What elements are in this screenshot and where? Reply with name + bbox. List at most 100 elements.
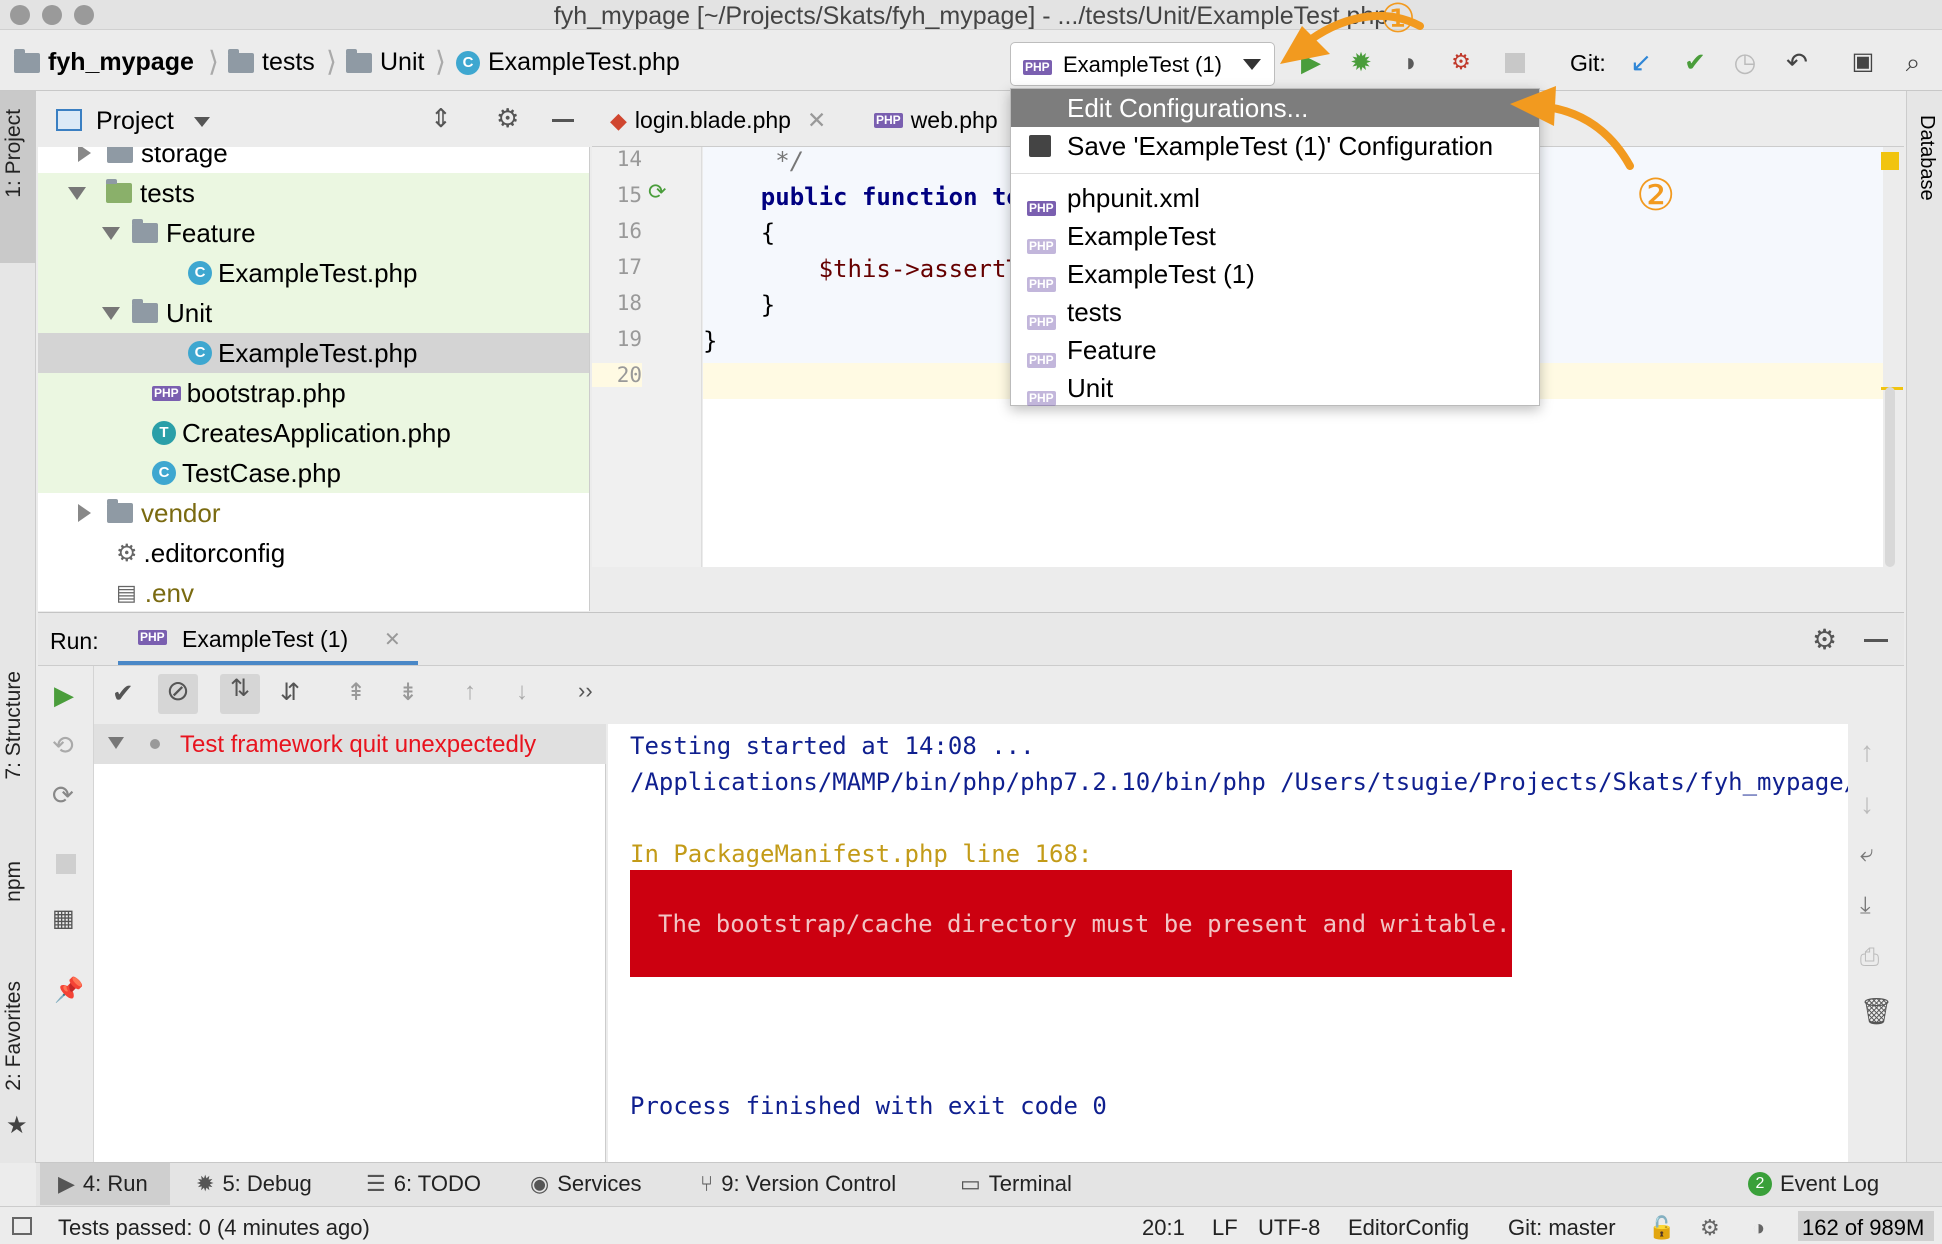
run-configuration-selector[interactable]: PHP ExampleTest (1) (1010, 42, 1275, 86)
menu-item-config[interactable]: PHP Feature (1011, 331, 1539, 369)
lock-icon[interactable]: 🔓 (1648, 1215, 1675, 1241)
close-tab-icon[interactable]: ✕ (384, 627, 401, 652)
menu-item-config[interactable]: PHP phpunit.xml (1011, 179, 1539, 217)
more-icon[interactable]: ›› (578, 678, 593, 704)
collapse-all-icon[interactable]: ⇕ (430, 103, 452, 134)
menu-item-config[interactable]: PHP ExampleTest (1) (1011, 255, 1539, 293)
tree-item-bootstrap[interactable]: PHP bootstrap.php (38, 373, 589, 413)
tree-item-tests[interactable]: tests (38, 173, 589, 213)
sort-duration-icon[interactable]: ⇵ (280, 678, 300, 707)
arrow-down-icon[interactable]: ↓ (516, 678, 528, 706)
menu-item-config[interactable]: PHP ExampleTest (1011, 217, 1539, 255)
settings-icon[interactable]: ⚙ (1700, 1215, 1720, 1241)
vertical-scrollbar[interactable] (1885, 387, 1895, 567)
tree-item-env[interactable]: ▤ .env (38, 573, 589, 611)
layout-icon[interactable]: ▦ (52, 904, 75, 933)
tool-tab-npm[interactable]: npm (2, 861, 26, 902)
run-test-gutter-icon[interactable]: ⟳ (648, 179, 666, 205)
collapse-arrow-icon[interactable] (108, 737, 124, 749)
caret-position[interactable]: 20:1 (1142, 1215, 1185, 1241)
folder-icon (132, 299, 158, 323)
tree-item-vendor[interactable]: vendor (38, 493, 589, 533)
tool-tab-favorites[interactable]: 2: Favorites (2, 981, 26, 1091)
line-separator[interactable]: LF (1212, 1215, 1238, 1241)
hide-panel-icon[interactable] (1864, 639, 1888, 642)
expand-arrow-icon[interactable] (78, 504, 91, 522)
tool-tab-version-control[interactable]: ⑂ 9: Version Control (700, 1171, 896, 1197)
tool-tab-services[interactable]: ◉ Services (530, 1171, 642, 1197)
tree-item-feature[interactable]: Feature (38, 213, 589, 253)
show-passed-icon[interactable]: ✔ (112, 678, 134, 709)
revert-icon[interactable]: ↶ (1782, 47, 1812, 77)
tree-item-feature-exampletest[interactable]: C ExampleTest.php (38, 253, 589, 293)
scroll-to-end-icon[interactable]: ⤓ (1860, 892, 1871, 920)
tool-tab-event-log[interactable]: 2 Event Log (1748, 1171, 1879, 1197)
error-message: The bootstrap/cache directory must be pr… (658, 910, 1511, 938)
print-icon[interactable]: ⎙ (1860, 944, 1879, 972)
sort-alpha-icon[interactable]: ⇅ (220, 674, 260, 714)
menu-item-save-configuration[interactable]: Save 'ExampleTest (1)' Configuration (1011, 127, 1539, 165)
git-commit-icon[interactable]: ✔ (1680, 47, 1710, 77)
show-ignored-icon[interactable]: ⊘ (158, 674, 198, 714)
arrow-up-icon[interactable]: ↑ (1860, 736, 1874, 768)
memory-indicator[interactable]: 162 of 989M (1798, 1211, 1934, 1241)
editorconfig-status[interactable]: EditorConfig (1348, 1215, 1469, 1241)
soft-wrap-icon[interactable]: ⤶ (1860, 840, 1873, 868)
gear-icon[interactable]: ⚙ (1812, 623, 1837, 656)
rerun-failed-icon[interactable]: ⟲ (52, 730, 74, 761)
run-tab[interactable]: PHP ExampleTest (1) ✕ (118, 613, 418, 665)
tab-login-blade[interactable]: ◆ login.blade.php ✕ (610, 107, 826, 134)
tool-tab-structure[interactable]: 7: Structure (2, 671, 26, 780)
hide-panel-icon[interactable] (552, 119, 574, 122)
tool-tab-terminal[interactable]: ▭ Terminal (960, 1171, 1072, 1197)
arrow-up-icon[interactable]: ↑ (464, 678, 476, 706)
toggle-autotest-icon[interactable]: ⟳ (52, 780, 74, 811)
collapse-all-icon[interactable]: ⇟ (398, 678, 418, 707)
menu-item-config[interactable]: PHP Unit (1011, 369, 1539, 407)
tool-tab-project[interactable]: 1: Project (2, 109, 26, 198)
breadcrumb-tests[interactable]: tests (228, 48, 315, 77)
terminal-icon: ▭ (960, 1171, 981, 1196)
stop-icon[interactable] (1505, 53, 1525, 73)
tree-item-unit[interactable]: Unit (38, 293, 589, 333)
tool-tab-todo[interactable]: ☰ 6: TODO (366, 1171, 481, 1197)
tool-tab-database[interactable]: Database (1915, 115, 1938, 201)
collapse-arrow-icon[interactable] (102, 226, 120, 240)
gear-icon[interactable]: ⚙ (496, 103, 519, 134)
php-config-icon: PHP (138, 630, 167, 645)
expand-arrow-icon[interactable] (78, 147, 91, 162)
chevron-down-icon[interactable] (194, 117, 210, 127)
tab-web-php[interactable]: PHP web.php (874, 107, 998, 134)
presentation-icon[interactable]: ▣ (1848, 47, 1878, 77)
test-tree-row[interactable]: Test framework quit unexpectedly (94, 724, 606, 764)
git-update-icon[interactable]: ↙ (1626, 47, 1656, 77)
search-icon[interactable]: ⌕ (1898, 47, 1928, 77)
project-panel-title[interactable]: Project (96, 107, 174, 136)
tree-item-editorconfig[interactable]: ⚙ .editorconfig (38, 533, 589, 573)
collapse-arrow-icon[interactable] (102, 306, 120, 320)
tree-item-testcase[interactable]: C TestCase.php (38, 453, 589, 493)
pin-icon[interactable]: 📌 (54, 976, 84, 1005)
history-icon[interactable]: ◷ (1730, 47, 1760, 77)
file-encoding[interactable]: UTF-8 (1258, 1215, 1320, 1241)
inspection-status-icon[interactable] (1881, 152, 1899, 170)
close-tab-icon[interactable]: ✕ (807, 107, 826, 134)
git-branch[interactable]: Git: master (1508, 1215, 1616, 1241)
tool-tab-debug[interactable]: ✹ 5: Debug (196, 1171, 312, 1197)
breadcrumb-unit[interactable]: Unit (346, 48, 424, 77)
tree-item-unit-exampletest[interactable]: C ExampleTest.php (38, 333, 589, 373)
breadcrumb-project[interactable]: fyh_mypage (14, 48, 194, 77)
tool-windows-toggle-icon[interactable] (12, 1217, 32, 1235)
arrow-down-icon[interactable]: ↓ (1860, 788, 1874, 820)
tree-item-createsapplication[interactable]: T CreatesApplication.php (38, 413, 589, 453)
trash-icon[interactable]: 🗑 (1860, 996, 1893, 1027)
rerun-icon[interactable]: ▶ (54, 680, 74, 711)
stop-icon[interactable] (56, 854, 76, 874)
menu-item-config[interactable]: PHP tests (1011, 293, 1539, 331)
tree-item-storage[interactable]: storage (38, 147, 589, 173)
inspector-icon[interactable]: ◑ (1752, 1215, 1765, 1241)
breadcrumb-file[interactable]: C ExampleTest.php (456, 48, 680, 77)
tool-tab-run[interactable]: ▶ 4: Run (58, 1171, 148, 1197)
expand-all-icon[interactable]: ⇞ (346, 678, 366, 707)
collapse-arrow-icon[interactable] (68, 186, 86, 200)
